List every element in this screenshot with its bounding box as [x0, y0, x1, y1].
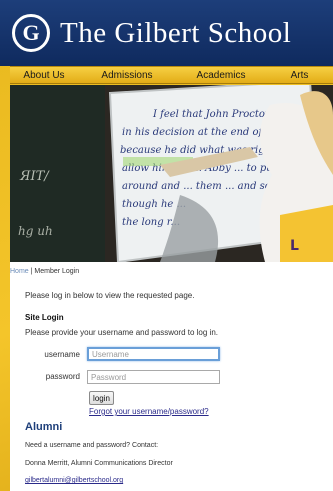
board-line-6: though he ...: [122, 199, 186, 210]
nav-item-academics[interactable]: Academics: [176, 67, 266, 83]
main-content: Home | Member Login Please log in below …: [10, 262, 333, 491]
breadcrumb-current: Member Login: [34, 268, 80, 275]
site-header: G The Gilbert School: [0, 0, 333, 66]
password-input[interactable]: [87, 370, 220, 384]
svg-text:hg uh: hg uh: [18, 224, 53, 238]
hero-image: ЯIT/ hg uh I feel that John Proctor was …: [10, 85, 333, 262]
username-input[interactable]: [87, 347, 220, 361]
password-label: password: [45, 372, 80, 381]
nav-item-about-us[interactable]: About Us: [10, 67, 78, 83]
svg-text:L: L: [290, 238, 299, 254]
alumni-need-text: Need a username and password? Contact:: [25, 442, 159, 449]
login-instructions: Please provide your username and passwor…: [25, 328, 218, 337]
login-intro-text: Please log in below to view the requeste…: [25, 291, 195, 300]
svg-text:ЯIT/: ЯIT/: [19, 169, 50, 184]
nav-item-admissions[interactable]: Admissions: [78, 67, 176, 83]
school-name-logo[interactable]: The Gilbert School: [60, 17, 291, 50]
forgot-credentials-link[interactable]: Forgot your username/password?: [89, 407, 209, 416]
alumni-contact-name: Donna Merritt, Alumni Communications Dir…: [25, 460, 173, 467]
login-button[interactable]: login: [89, 391, 114, 405]
school-seal-icon[interactable]: G: [12, 14, 50, 52]
classroom-photo: ЯIT/ hg uh I feel that John Proctor was …: [10, 85, 333, 262]
nav-item-arts[interactable]: Arts: [266, 67, 333, 83]
breadcrumb: Home | Member Login: [10, 268, 79, 275]
board-line-7: the long r...: [122, 217, 180, 228]
alumni-heading: Alumni: [25, 421, 63, 433]
site-login-heading: Site Login: [25, 313, 64, 322]
breadcrumb-home-link[interactable]: Home: [10, 268, 29, 275]
username-label: username: [44, 350, 80, 359]
main-nav: About Us Admissions Academics Arts: [10, 66, 333, 84]
alumni-email-link[interactable]: gilbertalumni@gilbertschool.org: [25, 477, 123, 484]
